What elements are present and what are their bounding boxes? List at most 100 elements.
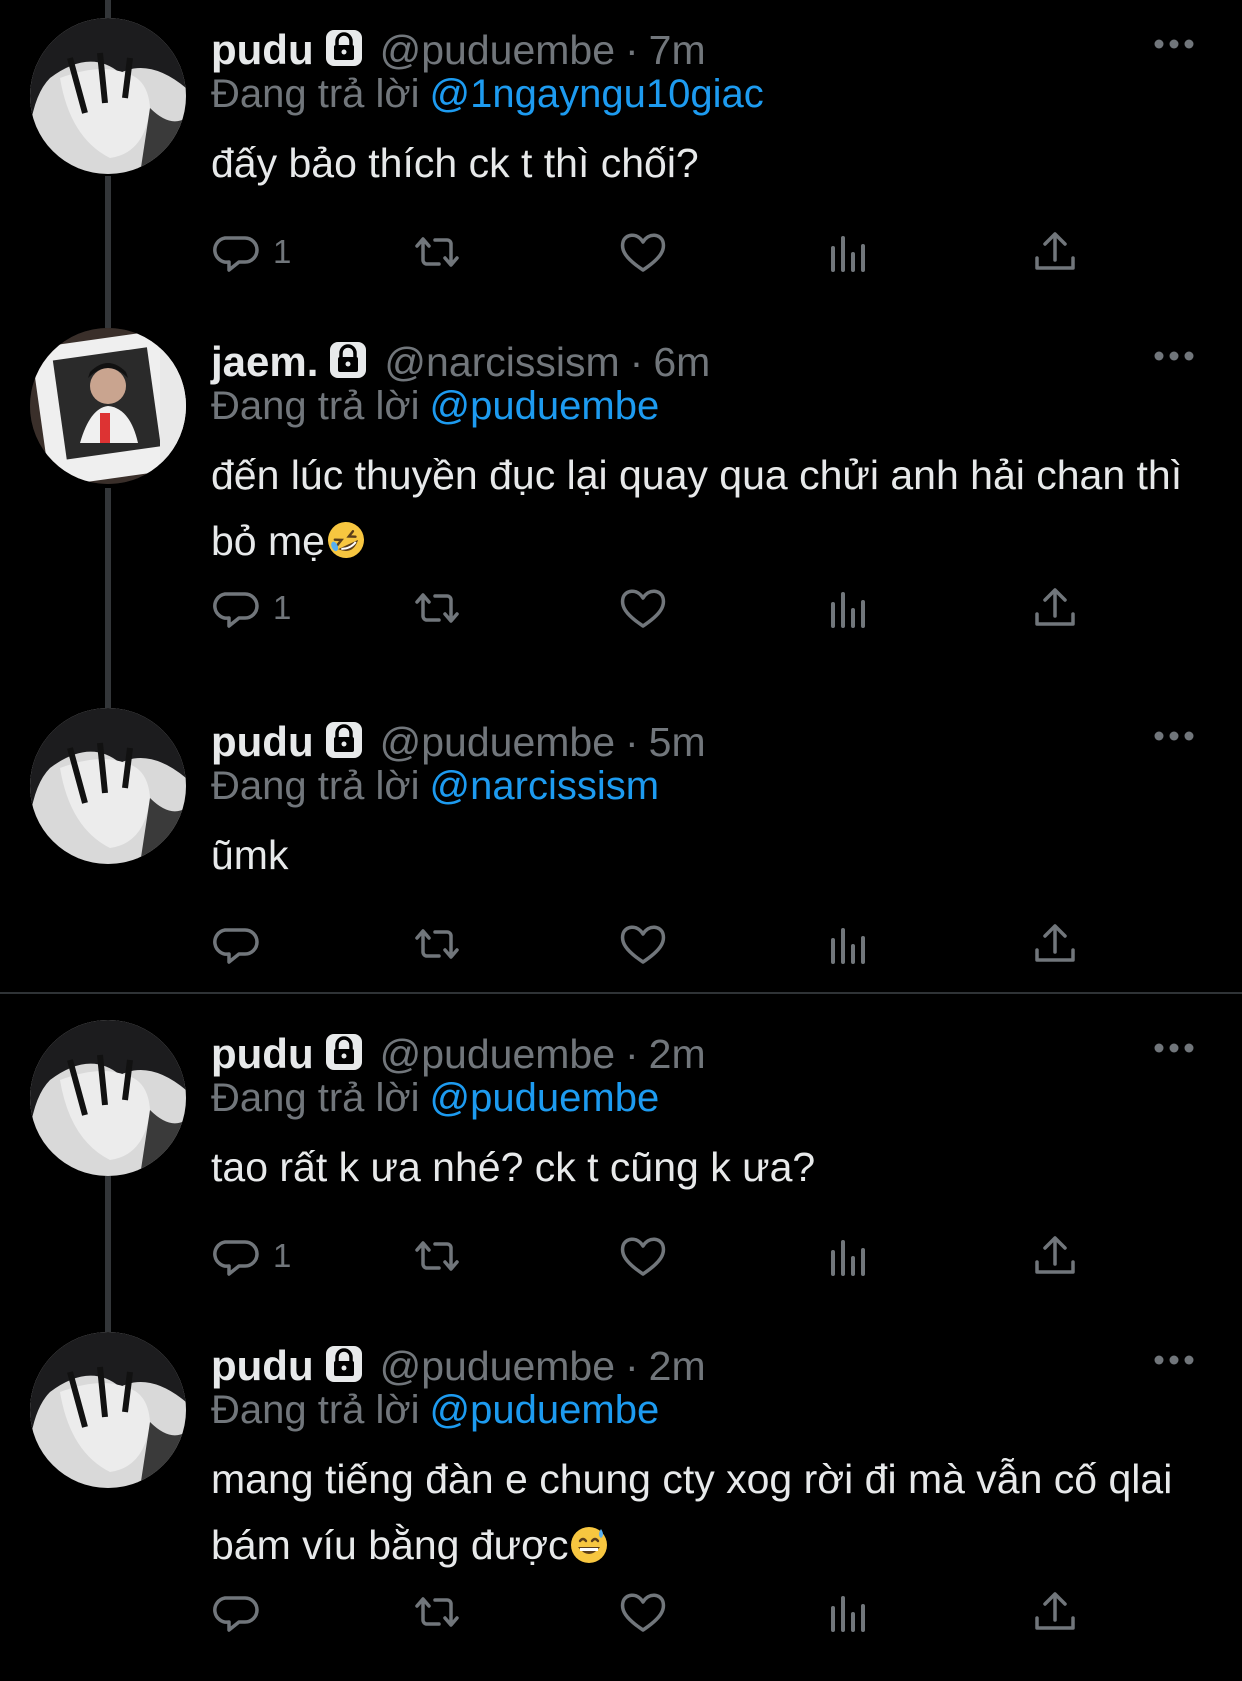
like-button[interactable] [617,914,669,974]
more-options-icon[interactable] [1152,1350,1196,1370]
retweet-icon [415,929,459,959]
views-button[interactable] [823,1226,875,1286]
analytics-icon [831,236,865,272]
lock-icon [322,1030,366,1074]
replying-to: Đang trả lời @puduembe [211,1388,659,1433]
mention-link[interactable]: @1ngayngu10giac [430,72,764,116]
jaem-avatar-image [30,328,186,484]
reply-button[interactable] [211,914,273,974]
tweet-text-content: ũmk [211,832,289,878]
timestamp[interactable]: 7m [649,27,706,74]
tweet-divider [0,992,1242,994]
user-handle[interactable]: @puduembe [380,27,615,74]
action-bar [211,1582,1111,1642]
reply-prefix: Đang trả lời [211,1388,420,1432]
user-handle[interactable]: @puduembe [380,1343,615,1390]
action-bar: 1 [211,1226,1111,1286]
retweet-icon [415,593,459,623]
user-handle[interactable]: @narcissism [384,339,619,386]
share-button[interactable] [1029,914,1081,974]
user-handle[interactable]: @puduembe [380,1031,615,1078]
tweet-text-content: mang tiếng đàn e chung cty xog rời đi mà… [211,1456,1173,1568]
tweet[interactable]: pudu @puduembe · 5m Đang trả lời @narciss… [0,692,1242,992]
share-button[interactable] [1029,578,1081,638]
retweet-icon [415,237,459,267]
more-options-icon[interactable] [1152,34,1196,54]
share-button[interactable] [1029,1582,1081,1642]
mention-link[interactable]: @narcissism [430,764,660,808]
retweet-button[interactable] [411,222,463,282]
mention-link[interactable]: @puduembe [430,384,660,428]
reply-prefix: Đang trả lời [211,764,420,808]
more-options-icon[interactable] [1152,726,1196,746]
more-options-icon[interactable] [1152,346,1196,366]
like-button[interactable] [617,1582,669,1642]
reply-icon [213,236,259,272]
tweet[interactable]: jaem. @narcissism · 6m Đang trả lời @pudu… [0,312,1242,692]
tweet[interactable]: pudu @puduembe · 7m Đang trả lời @1ngayng… [0,0,1242,330]
heart-icon [620,925,666,964]
lock-icon [322,1342,366,1386]
reply-icon [213,592,259,628]
avatar[interactable] [30,1332,186,1488]
reply-count: 1 [273,589,292,626]
like-button[interactable] [617,222,669,282]
views-button[interactable] [823,578,875,638]
reply-prefix: Đang trả lời [211,72,420,116]
display-name[interactable]: pudu [211,1030,314,1078]
retweet-button[interactable] [411,578,463,638]
timestamp[interactable]: 6m [653,339,710,386]
heart-icon [620,1593,666,1632]
share-button[interactable] [1029,222,1081,282]
share-button[interactable] [1029,1226,1081,1286]
tweet[interactable]: pudu @puduembe · 2m Đang trả lời @puduemb… [0,1316,1242,1681]
lock-icon [322,718,366,762]
separator: · [625,1343,639,1389]
reply-count: 1 [273,233,292,270]
views-button[interactable] [823,914,875,974]
grinning-sweat-emoji [568,1518,610,1563]
reply-button[interactable]: 1 [211,578,291,638]
avatar[interactable] [30,1020,186,1176]
reply-button[interactable]: 1 [211,1226,291,1286]
mention-link[interactable]: @puduembe [430,1388,660,1432]
action-bar: 1 [211,222,1111,282]
mention-link[interactable]: @puduembe [430,1076,660,1120]
display-name[interactable]: pudu [211,1342,314,1390]
reply-button[interactable] [211,1582,273,1642]
display-name[interactable]: pudu [211,718,314,766]
avatar[interactable] [30,708,186,864]
retweet-button[interactable] [411,1582,463,1642]
share-icon [1035,1592,1075,1630]
views-button[interactable] [823,1582,875,1642]
tweet-text: mang tiếng đàn e chung cty xog rời đi mà… [211,1446,1211,1578]
display-name[interactable]: jaem. [211,338,318,386]
pudu-avatar-image [30,708,186,864]
more-options-icon[interactable] [1152,1038,1196,1058]
reply-prefix: Đang trả lời [211,1076,420,1120]
timestamp[interactable]: 2m [649,1343,706,1390]
tweet[interactable]: pudu @puduembe · 2m Đang trả lời @puduemb… [0,1004,1242,1324]
tweet-text-content: tao rất k ưa nhé? ck t cũng k ưa? [211,1144,816,1190]
timestamp[interactable]: 5m [649,719,706,766]
pudu-avatar-image [30,18,186,174]
action-bar: 1 [211,578,1111,638]
timestamp[interactable]: 2m [649,1031,706,1078]
share-icon [1035,232,1075,270]
heart-icon [620,233,666,272]
avatar[interactable] [30,328,186,484]
separator: · [625,1031,639,1077]
reply-icon [213,1596,259,1632]
retweet-button[interactable] [411,914,463,974]
like-button[interactable] [617,578,669,638]
views-button[interactable] [823,222,875,282]
reply-button[interactable]: 1 [211,222,291,282]
tweet-text: đến lúc thuyền đục lại quay qua chửi anh… [211,442,1211,574]
avatar[interactable] [30,18,186,174]
retweet-button[interactable] [411,1226,463,1286]
display-name[interactable]: pudu [211,26,314,74]
heart-icon [620,589,666,628]
user-handle[interactable]: @puduembe [380,719,615,766]
like-button[interactable] [617,1226,669,1286]
tweet-text: đấy bảo thích ck t thì chối? [211,130,1211,196]
